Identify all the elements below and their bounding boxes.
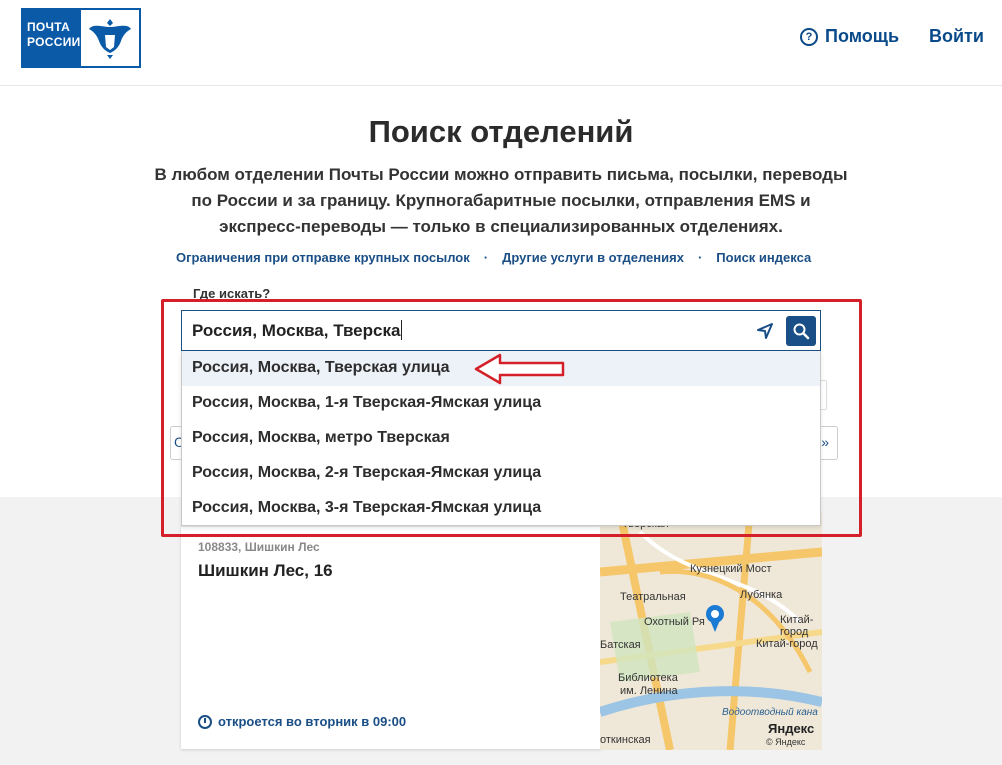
map-label: откинская — [600, 734, 651, 746]
map-label: Охотный Ря — [644, 616, 705, 628]
page-description: В любом отделении Почты России можно отп… — [154, 165, 848, 236]
yandex-logo: Яндекс — [768, 721, 815, 736]
link-separator: · — [483, 250, 489, 265]
office-name[interactable]: Шишкин Лес, 16 — [198, 561, 333, 581]
help-icon: ? — [800, 27, 818, 46]
site-header: ПОЧТА РОССИИ ? Помощь Войти — [0, 0, 1002, 86]
link-index-search[interactable]: Поиск индекса — [716, 250, 811, 265]
service-links: Ограничения при отправке крупных посылок… — [176, 250, 811, 265]
logo-text: ПОЧТА РОССИИ — [23, 10, 81, 66]
map-label: Китай-город — [756, 638, 818, 650]
office-index: 108833, Шишкин Лес — [198, 540, 320, 554]
link-separator: · — [697, 250, 703, 265]
yandex-copyright: © Яндекс — [766, 737, 806, 747]
office-card[interactable]: 108833, Шишкин Лес Шишкин Лес, 16 открое… — [181, 527, 601, 749]
russian-post-logo[interactable]: ПОЧТА РОССИИ — [21, 8, 141, 68]
map-label: Батская — [600, 639, 641, 651]
map-label: Лубянка — [740, 589, 783, 601]
map-label: Кузнецкий Мост — [690, 563, 772, 575]
help-label: Помощь — [825, 26, 900, 46]
map-label: Китай-город — [780, 614, 814, 638]
help-link[interactable]: ? Помощь — [800, 26, 899, 47]
map-label: Водоотводный кана — [722, 707, 818, 718]
clock-icon — [198, 714, 212, 729]
annotation-arrow-icon — [474, 353, 565, 385]
login-link[interactable]: Войти — [929, 26, 984, 47]
map-label: Библиотека — [618, 672, 678, 684]
link-large-parcel-restrictions[interactable]: Ограничения при отправке крупных посылок — [176, 250, 470, 265]
eagle-emblem-icon — [81, 10, 139, 66]
map-label: им. Ленина — [620, 685, 678, 697]
office-hours-text: откроется во вторник в 09:00 — [218, 714, 407, 729]
office-map[interactable]: Тверская Кузнецкий Мост Театральная Лубя… — [600, 512, 822, 750]
annotation-highlight-box — [161, 299, 862, 537]
link-other-services[interactable]: Другие услуги в отделениях — [502, 250, 684, 265]
map-label: Театральная — [620, 591, 686, 603]
page-title: Поиск отделений — [368, 114, 634, 149]
office-hours: откроется во вторник в 09:00 — [198, 714, 406, 729]
